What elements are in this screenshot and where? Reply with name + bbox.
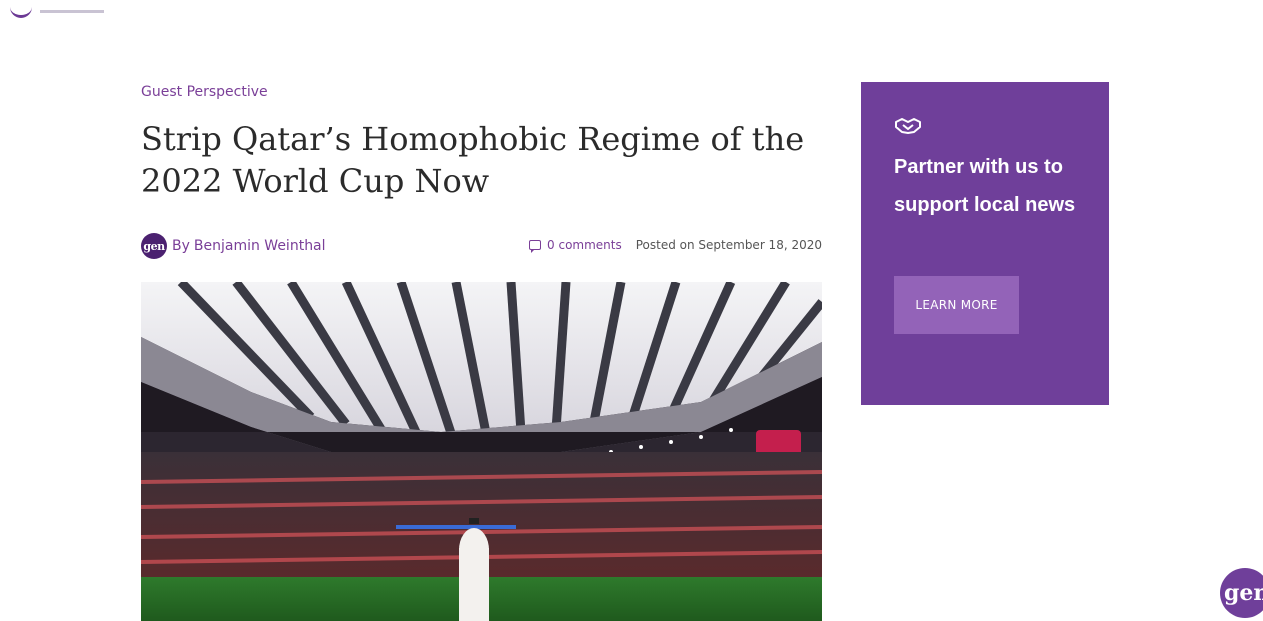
chat-widget-button[interactable]: gen (1220, 568, 1263, 618)
byline: gen By Benjamin Weinthal (141, 233, 326, 259)
stadium-photo (141, 282, 822, 621)
partner-card: Partner with us to support local news LE… (861, 82, 1109, 405)
site-logo[interactable] (4, 0, 114, 18)
author-avatar[interactable]: gen (141, 233, 167, 259)
card-title: Partner with us to support local news (894, 156, 1076, 216)
comment-icon[interactable] (529, 240, 542, 253)
handshake-icon (895, 118, 921, 134)
posted-date: Posted on September 18, 2020 (635, 238, 822, 252)
article-page: Guest Perspective Strip Qatar’s Homophob… (0, 0, 1263, 621)
logo-tagline (40, 10, 104, 13)
author-prefix: By (172, 238, 190, 254)
article-meta: 0 comments Posted on September 18, 2020 (529, 238, 822, 253)
category-link[interactable]: Guest Perspective (141, 84, 268, 100)
comments-link[interactable]: 0 comments (547, 238, 622, 252)
author-link[interactable]: Benjamin Weinthal (194, 238, 326, 254)
article-title: Strip Qatar’s Homophobic Regime of the 2… (141, 120, 805, 200)
learn-more-button[interactable]: LEARN MORE (894, 276, 1019, 334)
logo-mark-icon (10, 6, 32, 18)
hero-image (141, 282, 822, 621)
